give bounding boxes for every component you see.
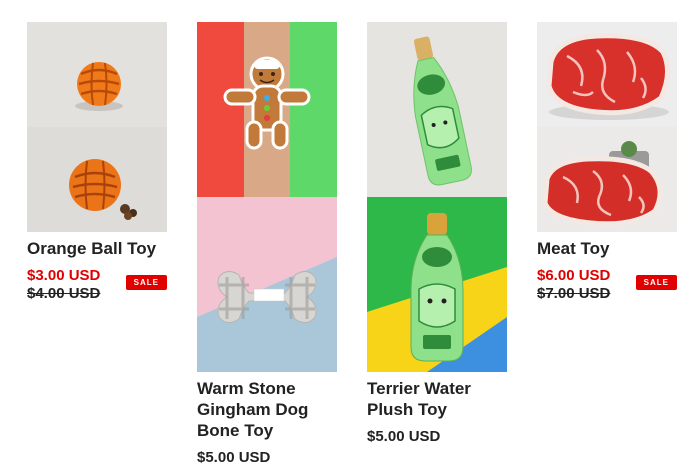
product-image-terrier-bottle-1[interactable]: [367, 22, 507, 197]
product-image-gingerbread[interactable]: [197, 22, 337, 197]
product-card-orange-ball[interactable]: Orange Ball Toy $3.00 USD $4.00 USD SALE: [27, 22, 167, 302]
product-title[interactable]: Warm Stone Gingham Dog Bone Toy: [197, 378, 337, 441]
product-title[interactable]: Meat Toy: [537, 238, 677, 259]
product-image-gingham-bone[interactable]: [197, 197, 337, 372]
product-title[interactable]: Terrier Water Plush Toy: [367, 378, 507, 420]
product-card-terrier-water[interactable]: Terrier Water Plush Toy $5.00 USD: [367, 22, 507, 445]
product-image-terrier-bottle-2[interactable]: [367, 197, 507, 372]
product-image-orange-ball-2[interactable]: [27, 127, 167, 232]
price: $5.00 USD: [367, 428, 441, 445]
price-row: $3.00 USD $4.00 USD SALE: [27, 267, 167, 302]
product-image-orange-ball-1[interactable]: [27, 22, 167, 127]
product-image-meat-1[interactable]: [537, 22, 677, 127]
sale-badge: SALE: [125, 275, 167, 290]
product-title[interactable]: Orange Ball Toy: [27, 238, 167, 259]
price: $5.00 USD: [197, 449, 271, 466]
product-card-gingham-bone[interactable]: Warm Stone Gingham Dog Bone Toy $5.00 US…: [197, 22, 337, 466]
sale-badge: SALE: [635, 275, 677, 290]
product-card-meat-toy[interactable]: Meat Toy $6.00 USD $7.00 USD SALE: [537, 22, 677, 302]
product-image-meat-2[interactable]: [537, 127, 677, 232]
price-row: $6.00 USD $7.00 USD SALE: [537, 267, 677, 302]
